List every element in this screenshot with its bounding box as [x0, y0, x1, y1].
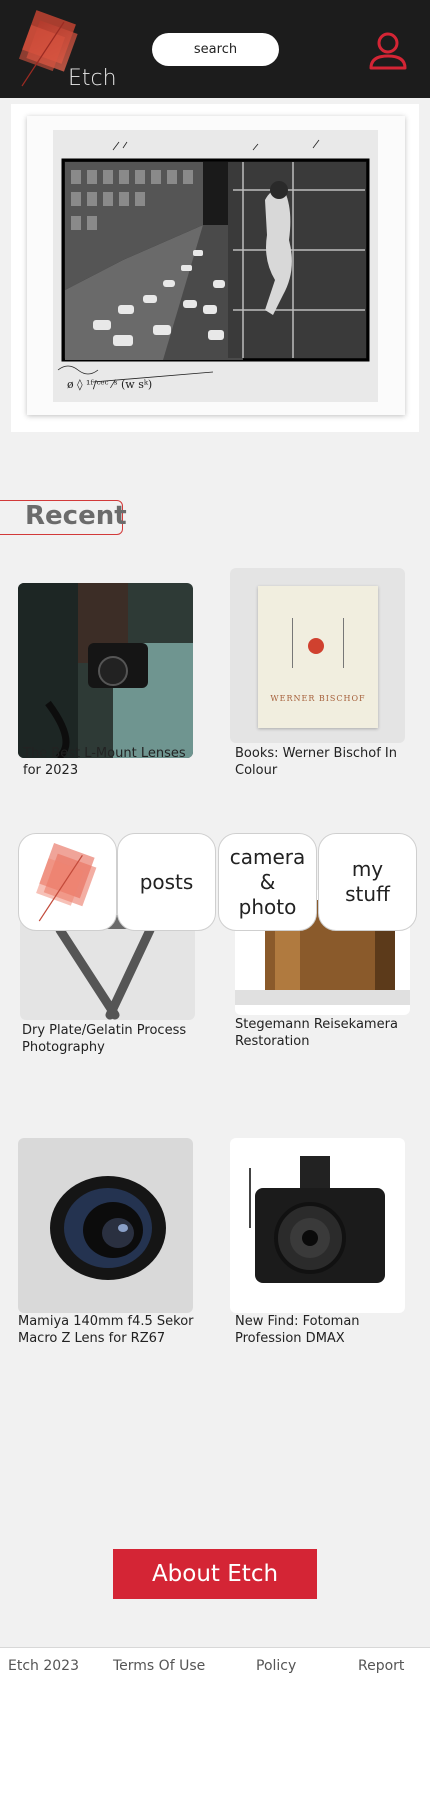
post-title[interactable]: Dry Plate/Gelatin Process Photography — [22, 1022, 202, 1056]
book-cover-title: WERNER BISCHOF — [270, 694, 366, 703]
tomato-image — [308, 638, 324, 654]
nav-camera-label-2: & — [259, 869, 276, 894]
user-icon[interactable] — [368, 30, 408, 72]
footer-report-link[interactable]: Report — [358, 1658, 404, 1674]
post-thumb-fotoman[interactable] — [230, 1138, 405, 1313]
post-thumb-lenses[interactable] — [18, 583, 193, 758]
nav-mystuff-label-2: stuff — [345, 882, 390, 906]
nav-camera-label-1: camera — [229, 844, 306, 869]
nav-camera-photo[interactable]: camera & photo — [218, 833, 317, 931]
footer-copyright: Etch 2023 — [8, 1658, 79, 1674]
nav-mystuff-label-1: my — [351, 857, 384, 881]
nav-my-stuff[interactable]: my stuff — [318, 833, 417, 931]
nav-home-logo[interactable] — [18, 833, 117, 931]
nav-posts[interactable]: posts — [117, 833, 216, 931]
book-cover: WERNER BISCHOF — [258, 586, 378, 728]
post-title[interactable]: Mamiya 140mm f4.5 Sekor Macro Z Lens for… — [18, 1313, 198, 1347]
post-thumb-bischof[interactable]: WERNER BISCHOF — [230, 568, 405, 743]
featured-street-photo[interactable]: ø ◊ ¹ᶠ/ᶜᵉᶜ ⁄ˢ (w sᵏ) — [53, 130, 378, 402]
search-input[interactable]: search — [152, 33, 279, 66]
footer-policy-link[interactable]: Policy — [256, 1658, 296, 1674]
footer-terms-link[interactable]: Terms Of Use — [113, 1658, 205, 1674]
post-title[interactable]: Books: Werner Bischof In Colour — [235, 745, 415, 779]
nav-camera-label-3: photo — [238, 894, 297, 919]
post-title[interactable]: New Find: Fotoman Profession DMAX — [235, 1313, 415, 1347]
recent-heading: Recent — [25, 501, 127, 531]
nav-posts-label: posts — [139, 869, 194, 894]
svg-text:ø ◊ ¹ᶠ/ᶜᵉᶜ ⁄ˢ (w sᵏ): ø ◊ ¹ᶠ/ᶜᵉᶜ ⁄ˢ (w sᵏ) — [67, 378, 152, 391]
post-title[interactable]: Stegemann Reisekamera Restoration — [235, 1016, 415, 1050]
post-title[interactable]: The Best L-Mount Lenses for 2023 — [23, 745, 203, 779]
post-thumb-mamiya-lens[interactable] — [18, 1138, 193, 1313]
etch-logo-icon — [35, 843, 96, 922]
brand-name: Etch — [68, 66, 117, 91]
about-button[interactable]: About Etch — [113, 1549, 317, 1599]
